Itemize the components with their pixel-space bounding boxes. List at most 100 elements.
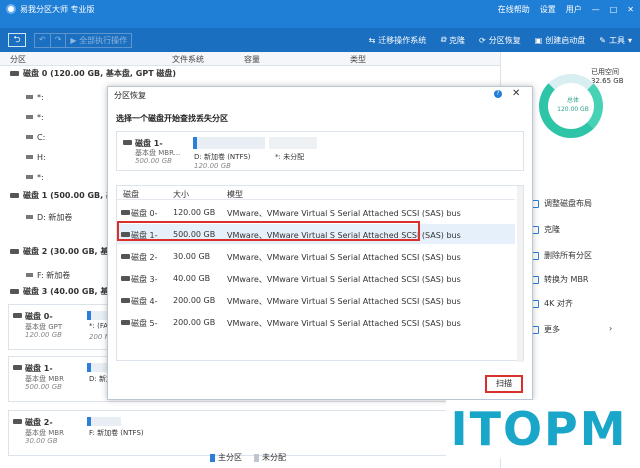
migrate-os-button[interactable]: ⇆ 迁移操作系统 bbox=[369, 35, 427, 46]
disk-table-row[interactable]: 磁盘 3- 40.00 GB VMware、VMware Virtual S Ser… bbox=[117, 268, 515, 288]
panel-action[interactable]: 克隆 bbox=[531, 224, 560, 235]
scan-button[interactable]: 扫描 bbox=[485, 375, 523, 393]
row-disk: 磁盘 5- bbox=[131, 319, 158, 328]
disk-table: 磁盘 大小 模型 磁盘 0- 120.00 GB VMware、VMware Vir… bbox=[116, 185, 524, 362]
close-window-icon[interactable]: ✕ bbox=[627, 5, 634, 14]
tree-row-label: C: bbox=[37, 132, 46, 142]
close-icon[interactable]: ✕ bbox=[512, 88, 520, 99]
unallocated-label: *: 未分配 bbox=[275, 153, 305, 161]
chevron-down-icon: ▾ bbox=[627, 35, 632, 45]
used-space-label: 已用空间 32.65 GB bbox=[591, 68, 624, 85]
table-scrollbar[interactable] bbox=[517, 186, 523, 362]
tree-row-label: 磁盘 0 (120.00 GB, 基本盘, GPT 磁盘) bbox=[23, 68, 177, 78]
legend-unallocated: 未分配 bbox=[254, 452, 286, 463]
row-model: VMware、VMware Virtual S Serial Attached … bbox=[227, 253, 461, 262]
tree-partition-row[interactable]: C: bbox=[26, 130, 45, 144]
disk-icon bbox=[13, 313, 22, 318]
row-model: VMware、VMware Virtual S Serial Attached … bbox=[227, 275, 461, 284]
tree-row-label: *: bbox=[37, 92, 44, 102]
partition-icon bbox=[26, 115, 33, 119]
execute-all-button[interactable]: ▶ 全部执行操作 bbox=[66, 34, 131, 47]
disk-card-name: 磁盘 1- bbox=[25, 364, 53, 373]
panel-action[interactable]: 4K 对齐 bbox=[531, 298, 573, 309]
disk-card-size: 30.00 GB bbox=[25, 437, 58, 445]
panel-action[interactable]: 更多 bbox=[531, 324, 560, 335]
row-size: 40.00 GB bbox=[173, 274, 211, 283]
col-model[interactable]: 模型 bbox=[227, 189, 243, 200]
selection-highlight bbox=[117, 221, 420, 241]
create-bootable-button[interactable]: ▣ 创建启动盘 bbox=[535, 35, 586, 46]
minimize-icon[interactable]: — bbox=[592, 5, 600, 14]
history-group: ↶ ↷ ▶ 全部执行操作 bbox=[34, 32, 133, 48]
partition-icon bbox=[26, 215, 33, 219]
row-size: 200.00 GB bbox=[173, 318, 216, 327]
chevron-right-icon[interactable]: › bbox=[609, 324, 612, 333]
tree-disk-row[interactable]: 磁盘 1 (500.00 GB, 基本 bbox=[10, 188, 122, 202]
undo-button[interactable]: ↶ bbox=[35, 33, 51, 47]
user-link[interactable]: 用户 bbox=[566, 4, 582, 15]
partition-icon bbox=[26, 135, 33, 139]
panel-action[interactable]: 调整磁盘布局 bbox=[531, 198, 592, 209]
dialog-title: 分区恢复 bbox=[114, 91, 146, 100]
disk-icon bbox=[121, 254, 130, 259]
tree-row-label: *: bbox=[37, 112, 44, 122]
row-disk: 磁盘 0- bbox=[131, 209, 158, 218]
partition-block-unallocated bbox=[269, 137, 317, 149]
wrench-icon: ✎ bbox=[599, 35, 606, 45]
disk-icon bbox=[121, 276, 130, 281]
maximize-icon[interactable]: □ bbox=[610, 5, 618, 14]
disk-table-row[interactable]: 磁盘 2- 30.00 GB VMware、VMware Virtual S Ser… bbox=[117, 246, 515, 266]
col-filesystem[interactable]: 文件系统 bbox=[172, 54, 204, 65]
disk-icon bbox=[121, 320, 130, 325]
tree-disk-row[interactable]: 磁盘 0 (120.00 GB, 基本盘, GPT 磁盘) bbox=[10, 66, 176, 80]
disk-icon bbox=[121, 298, 130, 303]
tree-partition-row[interactable]: *: bbox=[26, 90, 44, 104]
col-partition[interactable]: 分区 bbox=[10, 54, 26, 65]
toolbar-spacer bbox=[0, 18, 640, 28]
tree-partition-row[interactable]: F: 新加卷 bbox=[26, 268, 70, 282]
settings-link[interactable]: 设置 bbox=[540, 4, 556, 15]
tree-partition-row[interactable]: H: bbox=[26, 150, 46, 164]
tree-partition-row[interactable]: *: bbox=[26, 110, 44, 124]
row-disk: 磁盘 4- bbox=[131, 297, 158, 306]
disk-icon bbox=[10, 248, 19, 254]
disk-card[interactable]: 磁盘 2- 基本盘 MBR 30.00 GB F: 新加卷 (NTFS) bbox=[8, 410, 498, 456]
row-disk: 磁盘 3- bbox=[131, 275, 158, 284]
disk-icon bbox=[10, 70, 19, 76]
disk-icon bbox=[121, 210, 130, 215]
online-help-link[interactable]: 在线帮助 bbox=[498, 4, 530, 15]
help-icon[interactable]: ? bbox=[494, 90, 502, 98]
col-type[interactable]: 类型 bbox=[350, 54, 366, 65]
disk-table-header: 磁盘 大小 模型 bbox=[117, 186, 515, 200]
action-label: 4K 对齐 bbox=[544, 299, 573, 308]
action-label: 调整磁盘布局 bbox=[544, 199, 592, 208]
tree-partition-row[interactable]: *: bbox=[26, 170, 44, 184]
clone-button[interactable]: ⧉ 克隆 bbox=[440, 35, 465, 46]
col-disk[interactable]: 磁盘 bbox=[123, 189, 139, 200]
unallocated-swatch bbox=[254, 453, 259, 462]
disk-card-name: 磁盘 2- bbox=[25, 418, 53, 427]
redo-button[interactable]: ↷ bbox=[51, 33, 67, 47]
col-size[interactable]: 大小 bbox=[173, 189, 189, 200]
row-disk: 磁盘 2- bbox=[131, 253, 158, 262]
panel-action[interactable]: 转换为 MBR bbox=[531, 274, 589, 285]
partition-recovery-button[interactable]: ⟳ 分区恢复 bbox=[479, 35, 521, 46]
tree-partition-row[interactable]: D: 新加卷 bbox=[26, 210, 72, 224]
preview-disk-size: 500.00 GB bbox=[135, 157, 172, 165]
col-capacity[interactable]: 容量 bbox=[244, 54, 260, 65]
back-icon[interactable]: ⮌ bbox=[8, 33, 26, 47]
legend-primary: 主分区 bbox=[210, 452, 242, 463]
tools-menu[interactable]: ✎ 工具 ▾ bbox=[599, 35, 632, 46]
title-bar: 易我分区大师 专业版 在线帮助 设置 用户 — □ ✕ bbox=[0, 0, 640, 18]
tree-row-label: 磁盘 2 (30.00 GB, 基本 bbox=[23, 246, 117, 256]
tree-disk-row[interactable]: 磁盘 2 (30.00 GB, 基本 bbox=[10, 244, 116, 258]
disk-table-row[interactable]: 磁盘 0- 120.00 GB VMware、VMware Virtual S Se… bbox=[117, 202, 515, 222]
action-label: 删除所有分区 bbox=[544, 251, 592, 260]
partition-icon bbox=[26, 175, 33, 179]
disk-table-row[interactable]: 磁盘 5- 200.00 GB VMware、VMware Virtual S Se… bbox=[117, 312, 515, 332]
panel-action[interactable]: 删除所有分区 bbox=[531, 250, 592, 261]
selected-disk-preview: 磁盘 1- 基本盘 MBR... 500.00 GB D: 新加卷 (NTFS)… bbox=[116, 131, 524, 171]
partition-bar[interactable] bbox=[87, 417, 121, 426]
partition-icon bbox=[26, 155, 33, 159]
disk-table-row[interactable]: 磁盘 4- 200.00 GB VMware、VMware Virtual S Se… bbox=[117, 290, 515, 310]
